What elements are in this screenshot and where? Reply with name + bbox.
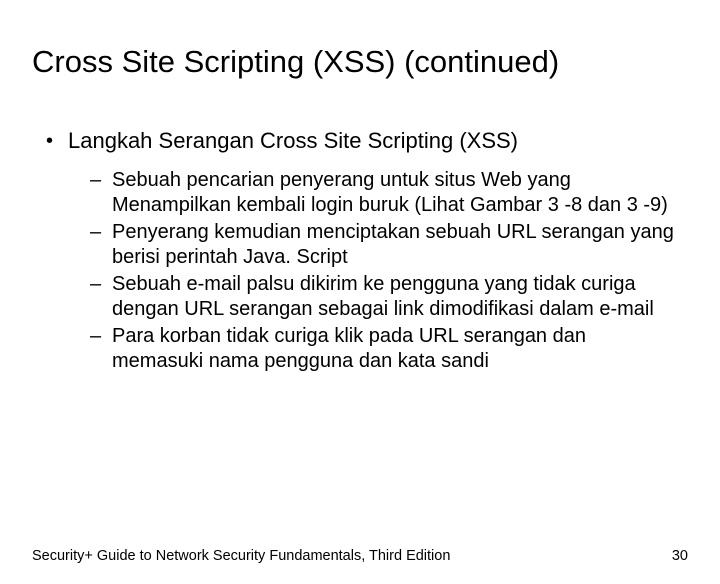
sub-marker: – [90,220,112,245]
content-area: • Langkah Serangan Cross Site Scripting … [46,128,676,374]
slide-title: Cross Site Scripting (XSS) (continued) [32,44,720,80]
sub-item: – Penyerang kemudian menciptakan sebuah … [90,220,676,270]
sub-marker: – [90,324,112,349]
sub-item: – Sebuah pencarian penyerang untuk situs… [90,168,676,218]
bullet-text: Langkah Serangan Cross Site Scripting (X… [68,128,518,154]
sub-text: Sebuah e-mail palsu dikirim ke pengguna … [112,272,676,322]
sub-marker: – [90,168,112,193]
footer: Security+ Guide to Network Security Fund… [32,548,688,564]
slide: Cross Site Scripting (XSS) (continued) •… [0,44,720,584]
footer-source: Security+ Guide to Network Security Fund… [32,548,450,564]
bullet-marker: • [46,128,68,154]
sub-item: – Sebuah e-mail palsu dikirim ke penggun… [90,272,676,322]
sub-item: – Para korban tidak curiga klik pada URL… [90,324,676,374]
page-number: 30 [672,548,688,564]
sub-marker: – [90,272,112,297]
sub-text: Para korban tidak curiga klik pada URL s… [112,324,676,374]
sub-text: Sebuah pencarian penyerang untuk situs W… [112,168,676,218]
bullet-item: • Langkah Serangan Cross Site Scripting … [46,128,676,154]
sub-list: – Sebuah pencarian penyerang untuk situs… [90,168,676,374]
sub-text: Penyerang kemudian menciptakan sebuah UR… [112,220,676,270]
